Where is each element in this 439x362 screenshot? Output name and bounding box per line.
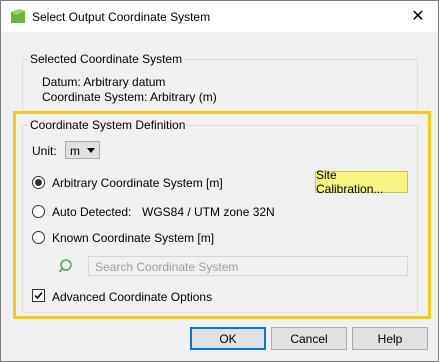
site-calibration-label: Site Calibration...	[316, 168, 384, 196]
site-calibration-button[interactable]: Site Calibration...	[315, 168, 408, 196]
ok-label: OK	[219, 331, 237, 346]
help-button[interactable]: Help	[352, 327, 428, 350]
definition-group-label: Coordinate System Definition	[28, 118, 188, 132]
search-placeholder: Search Coordinate System	[95, 260, 239, 274]
radio-auto-detected-label[interactable]: Auto Detected:	[52, 205, 131, 219]
selected-group-label: Selected Coordinate System	[28, 52, 185, 66]
unit-value: m	[70, 144, 80, 158]
search-icon	[59, 259, 72, 273]
auto-detected-value: WGS84 / UTM zone 32N	[142, 205, 275, 219]
window-title: Select Output Coordinate System	[32, 10, 211, 24]
dialog-window: Select Output Coordinate System ✕ Select…	[0, 0, 439, 362]
radio-known[interactable]	[32, 231, 45, 244]
cancel-label: Cancel	[290, 331, 328, 346]
search-input[interactable]: Search Coordinate System	[88, 256, 408, 276]
unit-label: Unit:	[32, 144, 57, 158]
advanced-options-checkbox[interactable]	[32, 289, 45, 302]
title-bar: Select Output Coordinate System ✕	[1, 1, 438, 32]
radio-arbitrary[interactable]	[32, 176, 45, 189]
unit-dropdown[interactable]: m	[65, 141, 100, 159]
ok-button[interactable]: OK	[190, 327, 266, 350]
datum-text: Datum: Arbitrary datum	[42, 75, 166, 89]
chevron-down-icon	[87, 148, 95, 153]
radio-arbitrary-label[interactable]: Arbitrary Coordinate System [m]	[52, 176, 223, 190]
close-button[interactable]: ✕	[405, 5, 431, 27]
advanced-options-label[interactable]: Advanced Coordinate Options	[52, 290, 212, 304]
cancel-button[interactable]: Cancel	[271, 327, 347, 350]
app-logo-icon	[11, 9, 25, 23]
close-icon: ✕	[411, 8, 425, 25]
checkmark-icon	[34, 292, 43, 300]
radio-auto-detected[interactable]	[32, 205, 45, 218]
radio-known-label[interactable]: Known Coordinate System [m]	[52, 231, 214, 245]
help-label: Help	[377, 331, 403, 346]
coordinate-system-text: Coordinate System: Arbitrary (m)	[42, 90, 217, 104]
